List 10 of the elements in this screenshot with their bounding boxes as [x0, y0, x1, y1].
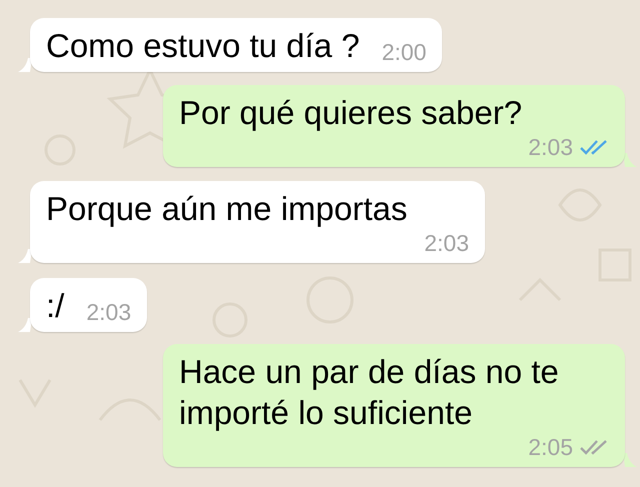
message-text: Porque aún me importas [46, 189, 408, 229]
message-time: 2:00 [382, 38, 426, 67]
message-text: Como estuvo tu día ? [46, 26, 360, 66]
message-text: Por qué quieres saber? [179, 93, 522, 133]
message-time: 2:03 [424, 228, 469, 258]
message-text: Hace un par de días no te importé lo suficiente [179, 352, 560, 433]
message-time: 2:03 [86, 298, 132, 327]
message-time: 2:05 [528, 432, 573, 462]
message-time: 2:03 [528, 132, 573, 162]
message-text: :/ [46, 286, 64, 326]
